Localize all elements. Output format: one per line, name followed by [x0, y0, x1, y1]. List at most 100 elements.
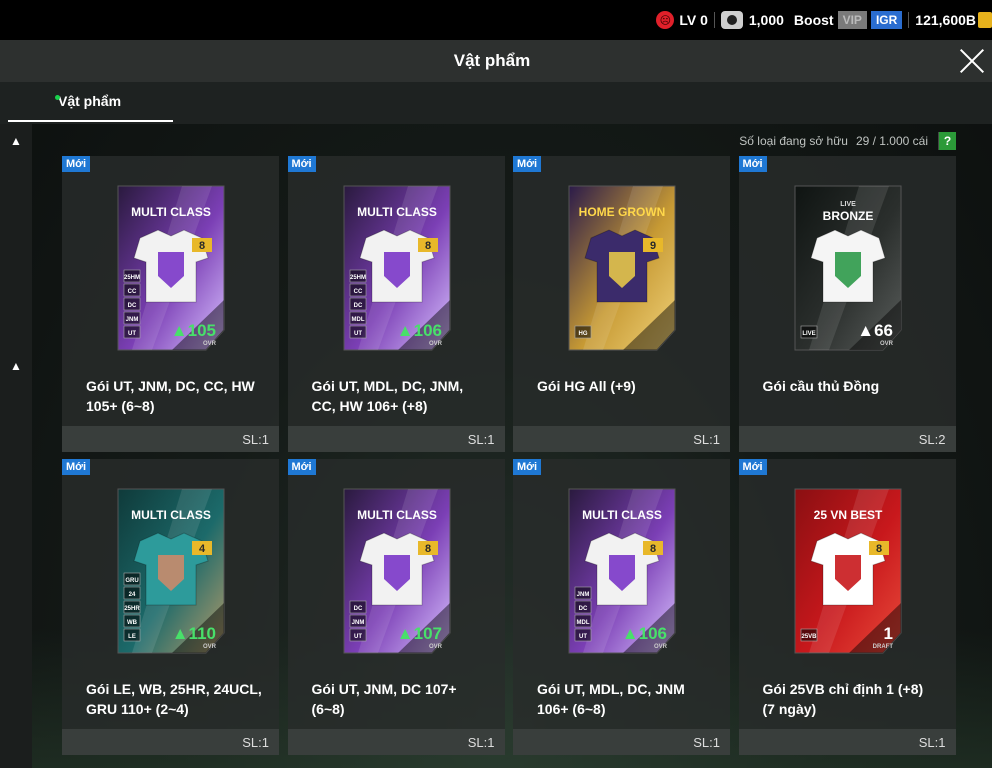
tab-label: Vật phẩm [58, 93, 122, 109]
new-badge: Mới [513, 156, 542, 172]
item-card[interactable]: Mới LIVE BRONZE LIVE ▲66 OVR Gói cầu thủ Đồn… [738, 156, 956, 452]
pack-card-art: MULTI CLASS 8 25HM CC DC MDL UT ▲106OVR [343, 185, 450, 351]
owned-label: Số loại đang sở hữu [739, 134, 848, 148]
quantity-text: SL:1 [467, 734, 495, 750]
position-tag: WB [127, 620, 138, 626]
pack-card-art: MULTI CLASS 8 JNM DC MDL UT ▲106OVR [568, 488, 676, 654]
ovr-value: ▲66 [857, 321, 893, 340]
quantity-bar: SL:1 [513, 729, 730, 755]
item-name-line2: 105+ (6~8) [86, 398, 155, 414]
level-face-icon: ☹ [656, 11, 675, 29]
level-indicator: ☹ LV 0 [656, 11, 708, 29]
new-badge: Mới [287, 156, 316, 172]
position-tag: DC [579, 606, 588, 612]
quantity-text: SL:1 [918, 734, 946, 750]
card-number: 8 [424, 543, 430, 555]
pack-card-art: MULTI CLASS 4 GRU 24 25HR WB LE ▲110OVR [117, 488, 225, 654]
quantity-bar: SL:1 [62, 426, 279, 452]
watch-value: 1,000 [748, 12, 784, 28]
card-title: 25 VN BEST [813, 508, 882, 522]
position-tag: DC [353, 303, 362, 309]
item-name-line1: Gói 25VB chỉ định 1 (+8) [762, 681, 924, 697]
item-card[interactable]: Mới MULTI CLASS 8 JNM DC MDL UT ▲106 OVR Gói UT… [513, 459, 730, 755]
position-tag: 25HM [349, 275, 365, 281]
card-subtitle: LIVE [840, 201, 856, 208]
ovr-label: OVR [654, 644, 668, 650]
divider [908, 12, 910, 28]
new-badge: Mới [62, 459, 91, 475]
currency-value: 121,600B [915, 12, 976, 28]
item-card[interactable]: Mới MULTI CLASS 4 GRU 24 25HR WB LE ▲110 OVR Gói… [62, 459, 279, 755]
ovr-value: ▲110 [172, 624, 216, 643]
pack-card-art: 25 VN BEST 8 25VB 1DRAFT [794, 488, 901, 654]
quantity-text: SL:2 [918, 431, 946, 447]
quantity-text: SL:1 [467, 431, 495, 447]
item-card[interactable]: Mới MULTI CLASS 8 25HM CC DC MDL UT ▲106 OVR Gói… [287, 156, 505, 452]
card-number: 8 [199, 240, 205, 252]
help-button[interactable]: ? [938, 132, 956, 150]
position-tag: UT [354, 331, 362, 337]
pack-card-art: MULTI CLASS 8 25HM CC DC JNM UT ▲105OVR [117, 185, 225, 351]
watch-icon [720, 11, 743, 29]
card-title: BRONZE [822, 209, 873, 223]
card-title: HOME GROWN [579, 205, 666, 219]
position-tag: 25HR [124, 606, 140, 612]
pack-card-art: LIVEBRONZELIVE ▲66OVR [794, 185, 901, 351]
item-card[interactable]: Mới 25 VN BEST 8 25VB 1 DRAFT Gói 25VB chỉ đ… [738, 459, 956, 755]
item-name: Gói cầu thủ Đồng [763, 376, 948, 396]
boost-label: Boost [793, 12, 834, 28]
item-name-line1: Gói cầu thủ Đồng [762, 378, 880, 394]
position-tag: 25HM [124, 275, 140, 281]
item-name-line1: Gói UT, MDL, DC, JNM, [311, 378, 464, 394]
divider [713, 12, 715, 28]
close-icon[interactable] [958, 47, 986, 75]
page-title: Vật phẩm [453, 51, 531, 70]
position-tag: 25VB [801, 634, 817, 640]
quantity-bar: SL:2 [738, 426, 956, 452]
title-bar: Vật phẩm [0, 40, 992, 82]
tab-row: Vật phẩm [0, 82, 992, 124]
card-number: 9 [650, 240, 656, 252]
position-tag: JNM [126, 317, 139, 323]
item-name-line2: (7 ngày) [762, 701, 817, 717]
card-number: 8 [650, 543, 656, 555]
owned-count-bar: Số loại đang sở hữu 29 / 1.000 cái ? [739, 131, 956, 151]
top-status-bar: ☹ LV 0 1,000 Boost VIP IGR 121,600B [0, 0, 992, 40]
item-card[interactable]: Mới MULTI CLASS 8 DC JNM UT ▲107 OVR Gói UT, J… [287, 459, 505, 755]
new-dot-indicator [55, 95, 60, 100]
item-name-line2: CC, HW 106+ (+8) [311, 398, 428, 414]
collapse-up-arrow-icon[interactable]: ▲ [0, 353, 32, 379]
card-number: 8 [424, 240, 430, 252]
position-tag: UT [579, 634, 587, 640]
quantity-bar: SL:1 [287, 426, 505, 452]
new-badge: Mới [287, 459, 316, 475]
item-grid: Mới MULTI CLASS 8 25HM CC DC JNM UT ▲105 OVR Gói… [62, 156, 957, 768]
position-tag: CC [128, 289, 137, 295]
position-tag: LIVE [802, 331, 815, 337]
new-badge: Mới [738, 156, 767, 172]
position-tag: 24 [129, 592, 136, 598]
position-tag: CC [353, 289, 362, 295]
item-name: Gói UT, MDL, DC, JNM 106+ (6~8) [537, 679, 722, 719]
boost-group: Boost VIP IGR [793, 11, 903, 29]
card-number: 4 [199, 543, 206, 555]
coin-icon [978, 12, 992, 28]
item-card[interactable]: Mới HOME GROWN 9 HG Gói HG All (+9) SL:1 [513, 156, 730, 452]
collapse-up-arrow-icon[interactable]: ▲ [0, 128, 32, 154]
item-card[interactable]: Mới MULTI CLASS 8 25HM CC DC JNM UT ▲105 OVR Gói… [62, 156, 279, 452]
position-tag: DC [128, 303, 137, 309]
item-name-line1: Gói UT, JNM, DC 107+ [311, 681, 457, 697]
quantity-text: SL:1 [693, 431, 720, 447]
position-tag: UT [128, 331, 136, 337]
ovr-label: OVR [428, 341, 442, 347]
tab-items[interactable]: Vật phẩm [8, 82, 173, 122]
item-name-line2: 106+ (6~8) [537, 701, 606, 717]
position-tag: DC [353, 606, 362, 612]
item-name: Gói 25VB chỉ định 1 (+8) (7 ngày) [763, 679, 948, 719]
item-name-line1: Gói UT, MDL, DC, JNM [537, 681, 685, 697]
card-number: 8 [875, 543, 881, 555]
igr-badge: IGR [870, 11, 903, 29]
quantity-bar: SL:1 [62, 729, 279, 755]
card-title: MULTI CLASS [131, 508, 211, 522]
position-tag: JNM [577, 592, 590, 598]
